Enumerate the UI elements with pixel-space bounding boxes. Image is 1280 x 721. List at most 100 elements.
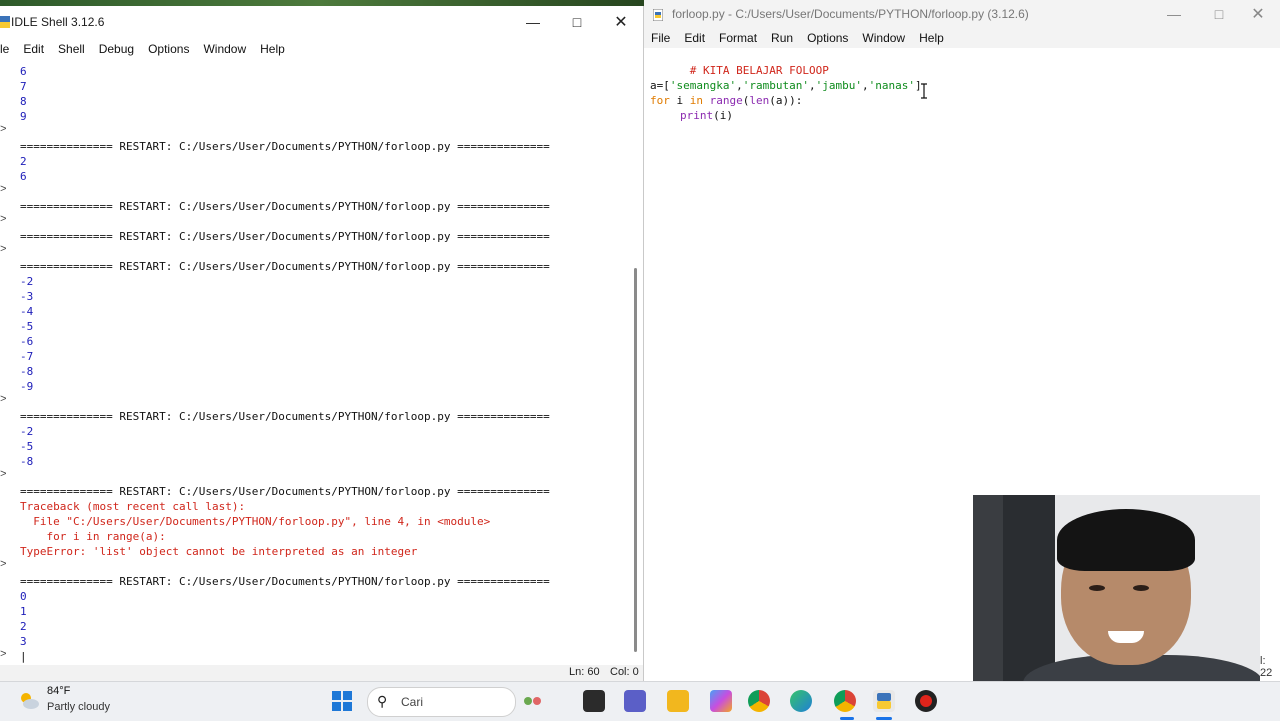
output-line: 1 [20,605,27,618]
menu-debug[interactable]: Debug [92,42,141,56]
output-line: 7 [20,80,27,93]
restart-banner: ============== RESTART: C:/Users/User/Do… [20,200,550,213]
maximize-icon[interactable]: □ [555,6,599,38]
output-line: 2 [20,155,27,168]
editor-menu-window[interactable]: Window [855,31,912,45]
prompt-gutter: > > > > > > > > [0,62,14,666]
code-line-5: print(i) [680,108,733,123]
output-line: -5 [20,320,34,333]
editor-menu-file[interactable]: File [644,31,677,45]
shell-titlebar[interactable]: IDLE Shell 3.12.6 — □ ✕ [0,6,643,38]
shell-statusbar: Ln: 60 Col: 0 [0,665,643,681]
restart-banner: ============== RESTART: C:/Users/User/Do… [20,260,550,273]
editor-window-title: forloop.py - C:/Users/User/Documents/PYT… [672,7,1029,21]
prompt-marker: > [0,649,7,661]
code-token: a=[ [650,79,670,92]
code-token: , [861,79,869,92]
line-number: Ln: 60 [569,666,600,678]
webcam-overlay [973,495,1260,710]
output-line: 9 [20,110,27,123]
code-builtin: len [749,94,770,107]
shell-output-area[interactable]: > > > > > > > > 6 7 8 9 ============== RESTART: C:/… [0,62,643,666]
webcam-person-hair [1057,509,1195,571]
editor-menu-help[interactable]: Help [912,31,951,45]
editor-titlebar[interactable]: forloop.py - C:/Users/User/Documents/PYT… [644,0,1280,28]
restart-banner: ============== RESTART: C:/Users/User/Do… [20,575,550,588]
chrome-profile-icon[interactable] [834,690,856,712]
error-line: File "C:/Users/User/Documents/PYTHON/for… [20,515,491,528]
code-line-4: for i in range(len(a)): [650,93,802,108]
code-builtin: range [709,94,743,107]
editor-maximize-icon[interactable]: □ [1197,0,1241,28]
file-explorer-icon[interactable] [667,690,689,712]
minimize-icon[interactable]: — [511,6,555,38]
menu-edit[interactable]: Edit [16,42,51,56]
restart-banner: | [20,650,27,663]
code-string: 'jambu' [815,79,862,92]
edge-icon[interactable] [790,690,812,712]
prompt-marker: > [0,244,7,256]
output-line: 0 [20,590,27,603]
text-cursor-icon [920,83,928,99]
code-string: 'nanas' [868,79,915,92]
copilot-icon[interactable] [710,690,732,712]
output-line: 2 [20,620,27,633]
restart-banner: ============== RESTART: C:/Users/User/Do… [20,140,550,153]
code-token: , [808,79,816,92]
webcam-person-eye [1133,585,1149,591]
code-builtin: print [680,109,714,122]
output-line: 3 [20,635,27,648]
editor-status-edge: l: 22 [1260,655,1273,679]
menu-shell[interactable]: Shell [51,42,92,56]
output-line: -7 [20,350,34,363]
output-line: -3 [20,290,34,303]
prompt-marker: > [0,394,7,406]
menu-window[interactable]: Window [196,42,253,56]
editor-menu-edit[interactable]: Edit [677,31,712,45]
output-line: -8 [20,365,34,378]
partly-cloudy-icon[interactable] [18,690,40,712]
editor-minimize-icon[interactable]: — [1152,0,1196,28]
output-line: -2 [20,425,34,438]
prompt-marker: > [0,559,7,571]
editor-menu-run[interactable]: Run [764,31,800,45]
output-line: -6 [20,335,34,348]
error-line: Traceback (most recent call last): [20,500,246,513]
search-icon: ⚲ [377,693,388,709]
weather-temperature[interactable]: 84°F [47,685,70,697]
prompt-marker: > [0,124,7,136]
python-file-icon [652,8,664,22]
weather-description[interactable]: Partly cloudy [47,701,110,713]
restart-banner: ============== RESTART: C:/Users/User/Do… [20,230,550,243]
windows-taskbar: 84°F Partly cloudy ⚲ Cari [0,681,1280,721]
editor-menu-options[interactable]: Options [800,31,855,45]
editor-menu-format[interactable]: Format [712,31,764,45]
windows-start-icon[interactable] [331,690,353,712]
restart-banner: ============== RESTART: C:/Users/User/Do… [20,410,550,423]
chrome-icon[interactable] [748,690,770,712]
restart-banner: ============== RESTART: C:/Users/User/Do… [20,485,550,498]
search-placeholder: Cari [401,695,424,709]
menu-help[interactable]: Help [253,42,292,56]
prompt-marker: > [0,184,7,196]
code-token: (i) [713,109,733,122]
editor-close-icon[interactable]: ✕ [1236,0,1280,28]
idle-python-icon[interactable] [873,690,895,712]
teams-icon[interactable] [624,690,646,712]
menu-options[interactable]: Options [141,42,196,56]
task-view-icon[interactable] [583,690,605,712]
editor-menubar: File Edit Format Run Options Window Help [644,28,1280,48]
search-highlight-icon [522,691,544,711]
close-icon[interactable]: ✕ [599,6,643,38]
output-line: -9 [20,380,34,393]
error-line: TypeError: 'list' object cannot be inter… [20,545,418,558]
code-keyword: in [689,94,703,107]
code-keyword: for [650,94,670,107]
record-icon[interactable] [915,690,937,712]
code-string: 'semangka' [669,79,737,92]
taskbar-search-box[interactable]: ⚲ Cari [367,687,541,717]
menu-file[interactable]: le [0,42,16,56]
python-app-icon [0,15,10,28]
code-token: , [736,79,743,92]
shell-scrollbar[interactable] [634,268,637,652]
